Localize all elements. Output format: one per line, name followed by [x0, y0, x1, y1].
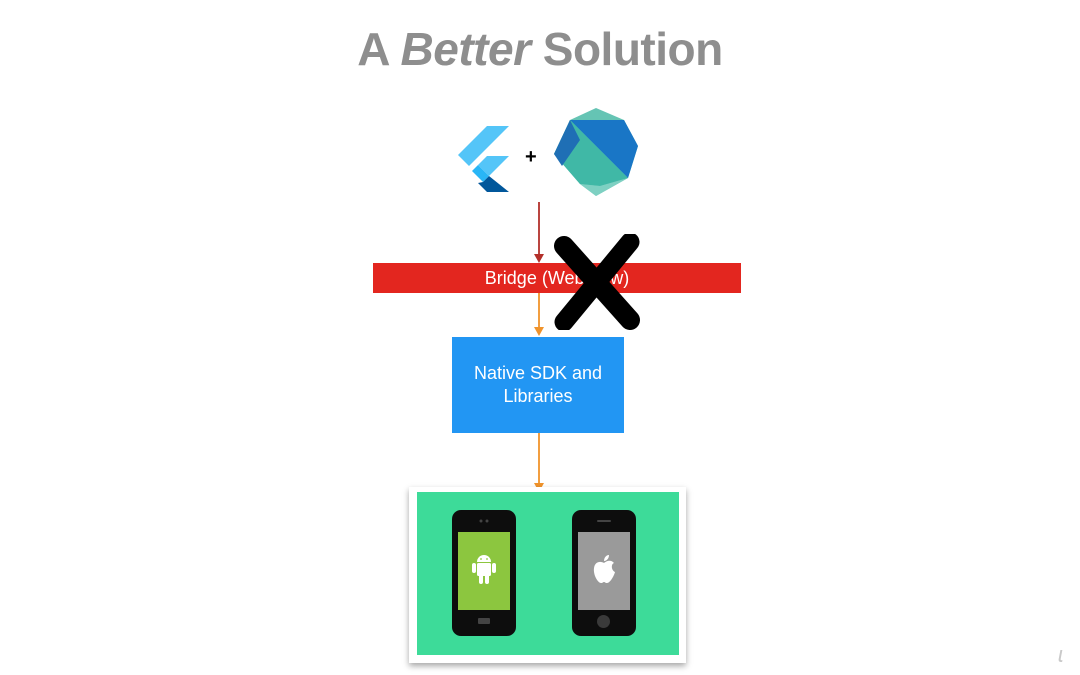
watermark-icon: ɩ — [1058, 642, 1063, 667]
plus-sign: + — [525, 146, 537, 168]
cross-out-x-icon — [554, 234, 640, 330]
title-suffix: Solution — [530, 23, 723, 75]
native-sdk-box: Native SDK and Libraries — [452, 337, 624, 433]
phone-speaker-dots — [479, 519, 489, 523]
apple-icon — [593, 555, 615, 583]
iphone-speaker — [597, 520, 611, 522]
arrow-to-platforms — [534, 433, 544, 492]
dart-logo-icon — [554, 108, 638, 196]
native-label-line2: Libraries — [503, 386, 573, 406]
logo-group: + — [455, 104, 655, 199]
iphone — [572, 510, 636, 636]
android-icon — [472, 555, 496, 584]
title-prefix: A — [357, 23, 401, 75]
slide-title: A Better Solution — [0, 22, 1080, 76]
iphone-home-button — [597, 615, 610, 628]
flutter-logo-icon — [458, 126, 509, 192]
platforms-image-frame — [409, 487, 686, 663]
native-label-line1: Native SDK and — [473, 363, 603, 383]
android-screen — [458, 532, 510, 610]
title-emphasis: Better — [400, 23, 531, 75]
iphone-screen — [578, 532, 630, 610]
android-phone — [452, 510, 516, 636]
android-home-button — [478, 618, 490, 624]
arrow-to-native — [534, 293, 544, 336]
platforms-background — [417, 492, 679, 655]
arrow-to-bridge — [534, 202, 544, 263]
